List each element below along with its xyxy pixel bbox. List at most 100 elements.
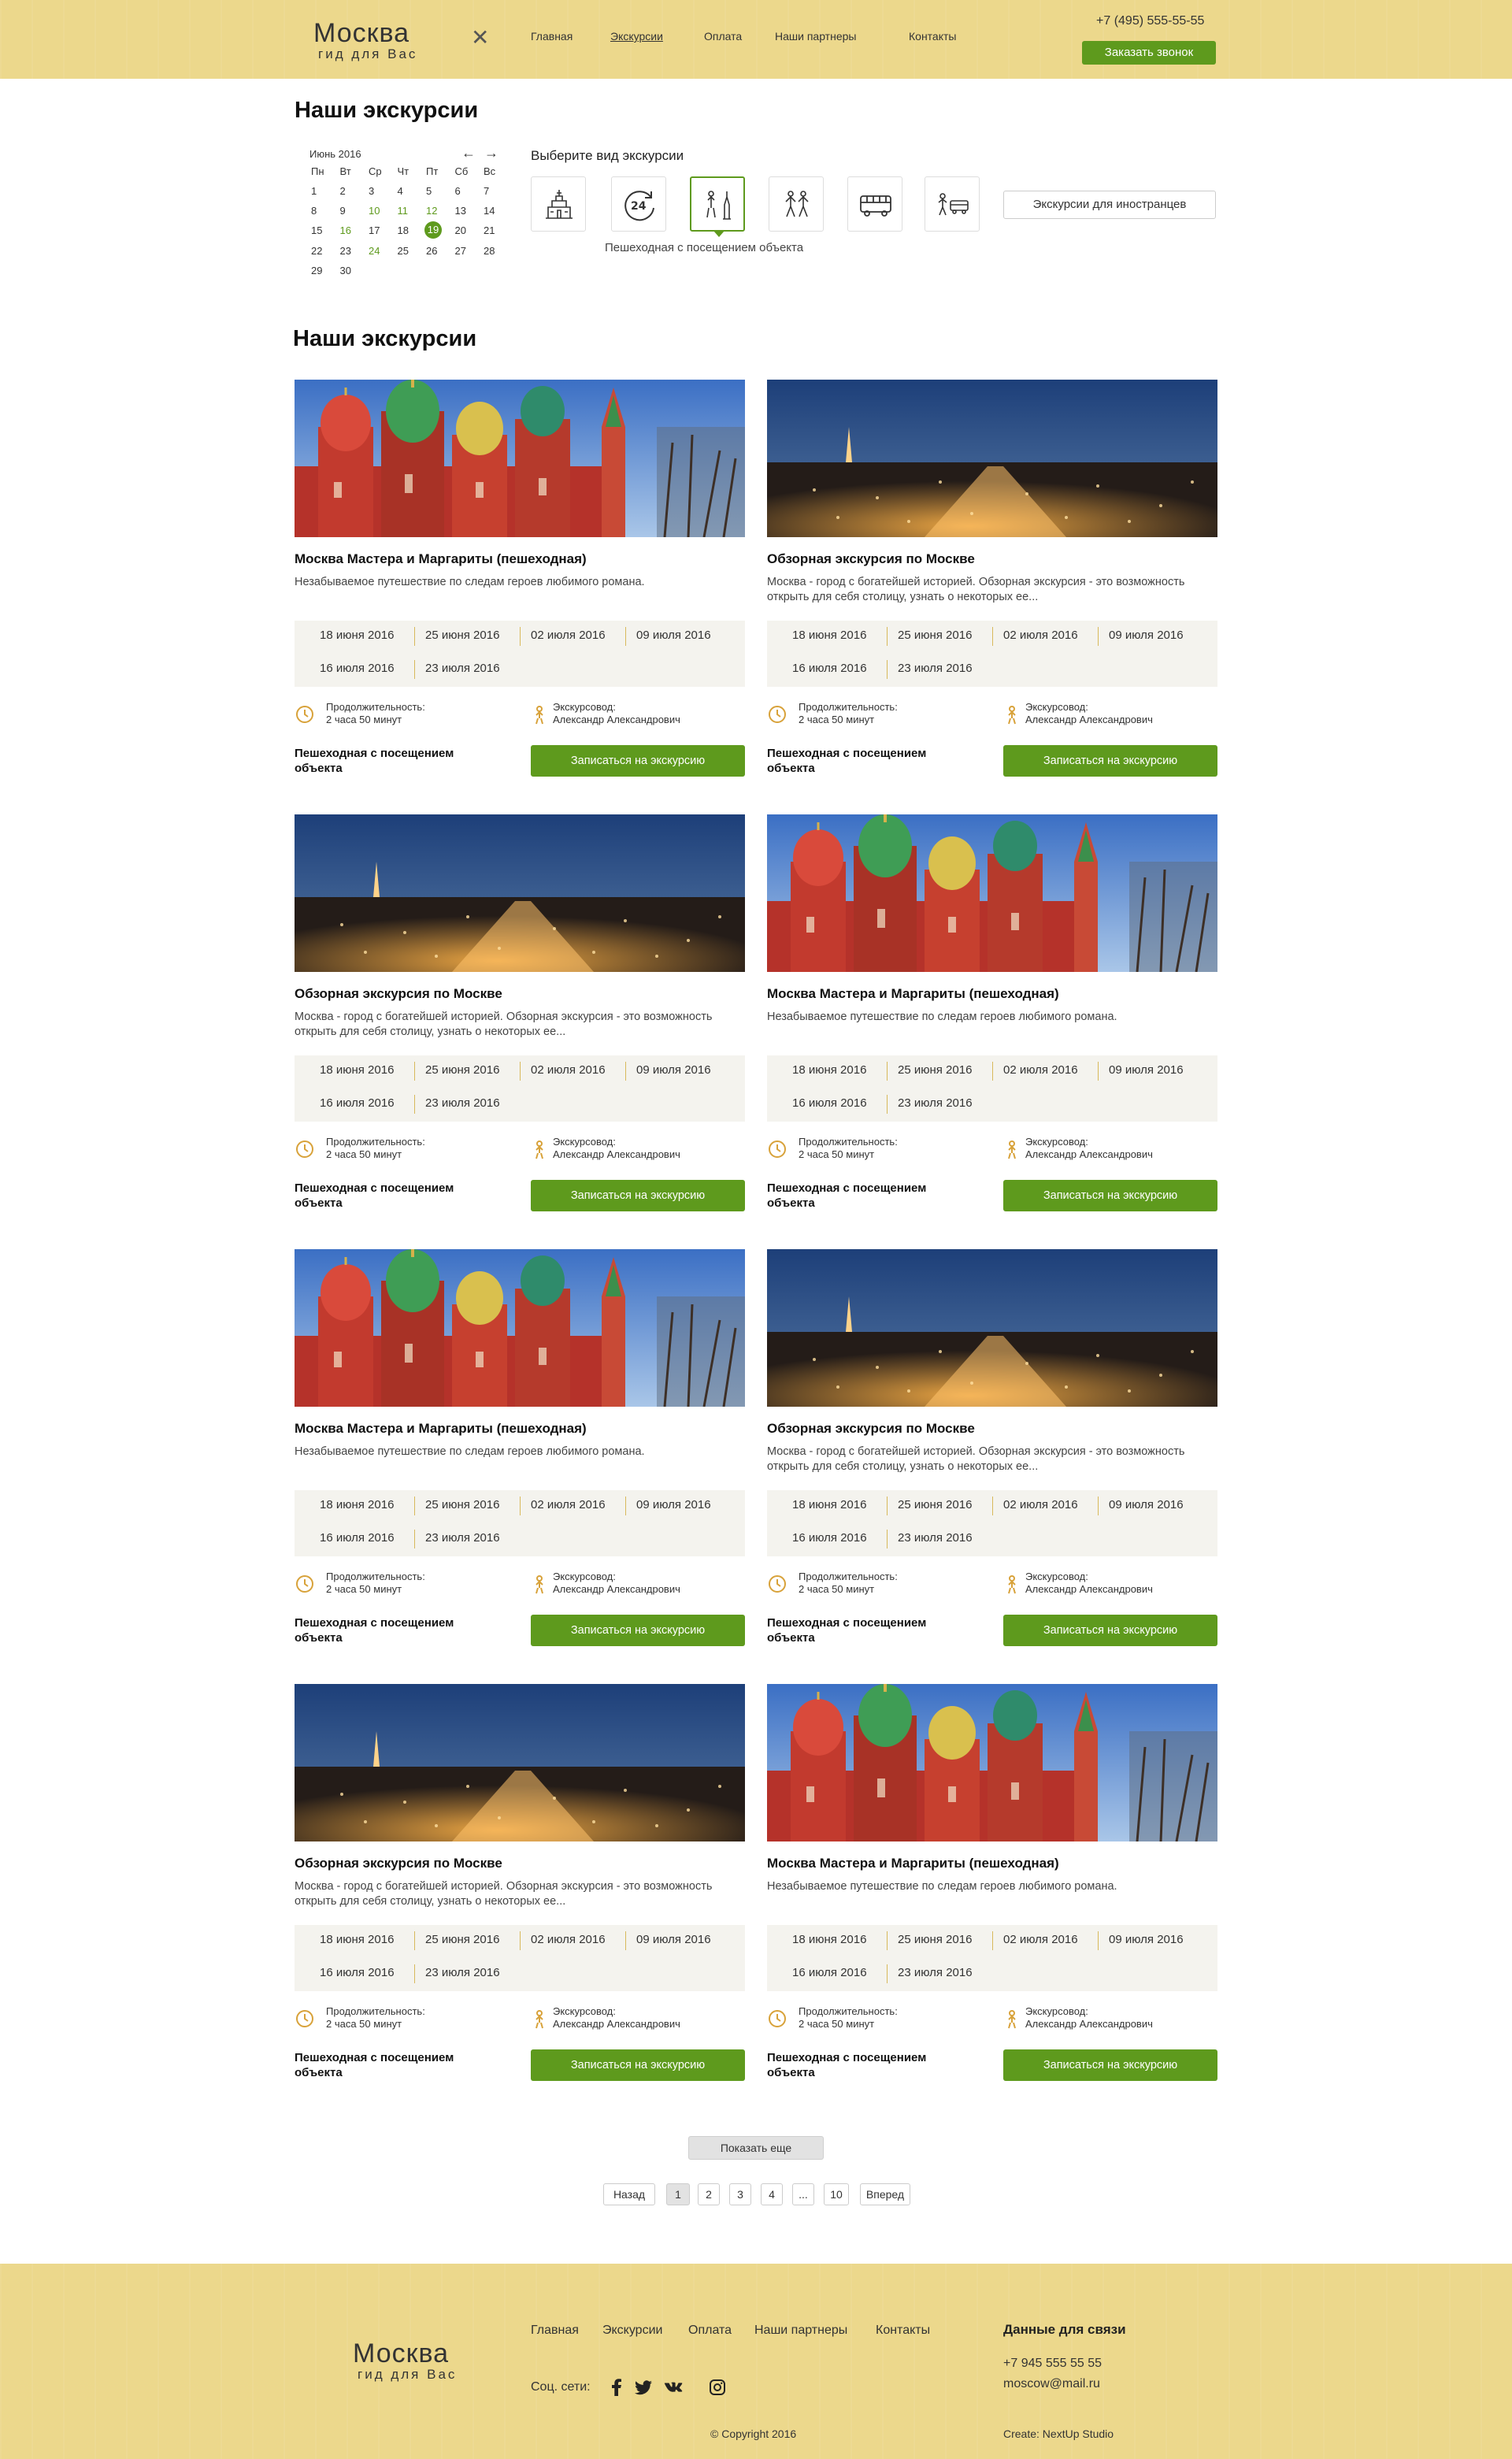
foreign-tours-button[interactable]: Экскурсии для иностранцев xyxy=(1003,191,1216,219)
tour-date[interactable]: 25 июня 2016 xyxy=(425,629,499,642)
pagination-page[interactable]: 1 xyxy=(666,2183,690,2205)
calendar-prev-icon[interactable]: ← xyxy=(461,145,476,161)
tour-title[interactable]: Москва Мастера и Маргариты (пешеходная) xyxy=(767,986,1059,1002)
pagination-page[interactable]: 10 xyxy=(824,2183,849,2205)
tour-date[interactable]: 23 июля 2016 xyxy=(425,662,500,675)
tour-title[interactable]: Обзорная экскурсия по Москве xyxy=(295,986,502,1002)
tour-title[interactable]: Обзорная экскурсия по Москве xyxy=(295,1856,502,1871)
calendar-day[interactable]: 27 xyxy=(454,243,483,258)
instagram-icon[interactable] xyxy=(707,2377,728,2398)
callback-button[interactable]: Заказать звонок xyxy=(1082,41,1216,65)
tour-date[interactable]: 23 июля 2016 xyxy=(425,1966,500,1979)
tour-image[interactable] xyxy=(767,380,1217,537)
tour-date[interactable]: 18 июня 2016 xyxy=(792,629,866,642)
tour-title[interactable]: Москва Мастера и Маргариты (пешеходная) xyxy=(295,551,587,567)
tour-date[interactable]: 18 июня 2016 xyxy=(320,1933,394,1946)
calendar-day[interactable]: 17 xyxy=(367,223,396,238)
tour-date[interactable]: 02 июля 2016 xyxy=(1003,629,1078,642)
calendar-day[interactable]: 25 xyxy=(396,243,425,258)
tour-date[interactable]: 16 июля 2016 xyxy=(792,662,867,675)
type-bus-icon[interactable] xyxy=(847,176,902,232)
footer-nav-partners[interactable]: Наши партнеры xyxy=(754,2324,847,2338)
calendar-day[interactable]: 20 xyxy=(454,223,483,238)
tour-date[interactable]: 18 июня 2016 xyxy=(792,1063,866,1077)
pagination-page[interactable]: 3 xyxy=(729,2183,751,2205)
tour-date[interactable]: 25 июня 2016 xyxy=(898,1933,972,1946)
footer-nav-payment[interactable]: Оплата xyxy=(688,2324,732,2338)
footer-phone[interactable]: +7 945 555 55 55 xyxy=(1003,2357,1102,2371)
enroll-button[interactable]: Записаться на экскурсию xyxy=(531,1180,745,1211)
tour-date[interactable]: 02 июля 2016 xyxy=(1003,1933,1078,1946)
twitter-icon[interactable] xyxy=(633,2377,654,2398)
footer-nav-home[interactable]: Главная xyxy=(531,2324,579,2338)
type-24h-icon[interactable]: 24 xyxy=(611,176,666,232)
tour-date[interactable]: 23 июля 2016 xyxy=(425,1096,500,1110)
calendar-day[interactable]: 6 xyxy=(454,184,483,198)
logo[interactable]: Москва гид для Вас xyxy=(313,19,417,61)
tour-date[interactable]: 09 июля 2016 xyxy=(1109,1063,1184,1077)
tour-date[interactable]: 23 июля 2016 xyxy=(425,1531,500,1545)
pagination-next[interactable]: Вперед xyxy=(860,2183,910,2205)
tour-date[interactable]: 09 июля 2016 xyxy=(1109,629,1184,642)
tour-date[interactable]: 02 июля 2016 xyxy=(531,1498,606,1511)
calendar-day[interactable]: 14 xyxy=(482,203,511,218)
tour-date[interactable]: 25 июня 2016 xyxy=(425,1933,499,1946)
calendar-day[interactable]: 21 xyxy=(482,223,511,238)
type-walk-bus-icon[interactable] xyxy=(925,176,980,232)
nav-payment[interactable]: Оплата xyxy=(704,30,742,43)
tour-date[interactable]: 23 июля 2016 xyxy=(898,1531,973,1545)
tour-date[interactable]: 23 июля 2016 xyxy=(898,662,973,675)
footer-nav-tours[interactable]: Экскурсии xyxy=(602,2324,662,2338)
vk-icon[interactable] xyxy=(663,2377,684,2398)
tour-date[interactable]: 09 июля 2016 xyxy=(1109,1933,1184,1946)
nav-home[interactable]: Главная xyxy=(531,30,573,43)
nav-partners[interactable]: Наши партнеры xyxy=(775,30,856,43)
calendar-day[interactable]: 1 xyxy=(309,184,339,198)
tour-date[interactable]: 25 июня 2016 xyxy=(898,1063,972,1077)
tour-image[interactable] xyxy=(767,1249,1217,1407)
tour-date[interactable]: 18 июня 2016 xyxy=(320,1063,394,1077)
calendar-day[interactable]: 24 xyxy=(367,243,396,258)
enroll-button[interactable]: Записаться на экскурсию xyxy=(531,2049,745,2081)
enroll-button[interactable]: Записаться на экскурсию xyxy=(531,1615,745,1646)
facebook-icon[interactable] xyxy=(606,2377,627,2398)
calendar-day[interactable]: 3 xyxy=(367,184,396,198)
calendar-day[interactable]: 8 xyxy=(309,203,339,218)
calendar-day[interactable]: 13 xyxy=(454,203,483,218)
pagination-prev[interactable]: Назад xyxy=(603,2183,655,2205)
calendar-day[interactable]: 23 xyxy=(339,243,368,258)
tour-date[interactable]: 02 июля 2016 xyxy=(1003,1063,1078,1077)
tour-title[interactable]: Москва Мастера и Маргариты (пешеходная) xyxy=(295,1421,587,1437)
calendar-day[interactable]: 12 xyxy=(424,203,454,218)
tour-date[interactable]: 25 июня 2016 xyxy=(898,1498,972,1511)
footer-email[interactable]: moscow@mail.ru xyxy=(1003,2377,1100,2391)
tour-date[interactable]: 16 июля 2016 xyxy=(792,1531,867,1545)
tour-date[interactable]: 16 июля 2016 xyxy=(320,1096,395,1110)
tour-date[interactable]: 16 июля 2016 xyxy=(320,1966,395,1979)
tour-date[interactable]: 16 июля 2016 xyxy=(792,1096,867,1110)
tour-date[interactable]: 25 июня 2016 xyxy=(898,629,972,642)
calendar-day[interactable]: 28 xyxy=(482,243,511,258)
tour-image[interactable] xyxy=(767,1684,1217,1841)
calendar-day[interactable]: 9 xyxy=(339,203,368,218)
type-walking-object-icon[interactable] xyxy=(690,176,745,237)
calendar-day[interactable]: 11 xyxy=(396,203,425,218)
show-more-button[interactable]: Показать еще xyxy=(688,2136,824,2160)
tour-date[interactable]: 18 июня 2016 xyxy=(792,1498,866,1511)
calendar-next-icon[interactable]: → xyxy=(484,145,498,161)
tour-date[interactable]: 02 июля 2016 xyxy=(1003,1498,1078,1511)
tour-date[interactable]: 23 июля 2016 xyxy=(898,1966,973,1979)
close-icon[interactable]: ✕ xyxy=(471,27,489,49)
calendar-day[interactable]: 22 xyxy=(309,243,339,258)
calendar-day[interactable]: 15 xyxy=(309,223,339,238)
tour-image[interactable] xyxy=(767,814,1217,972)
calendar-day[interactable]: 18 xyxy=(396,223,425,238)
tour-date[interactable]: 02 июля 2016 xyxy=(531,1933,606,1946)
tour-date[interactable]: 16 июля 2016 xyxy=(792,1966,867,1979)
enroll-button[interactable]: Записаться на экскурсию xyxy=(1003,745,1217,777)
tour-date[interactable]: 25 июня 2016 xyxy=(425,1498,499,1511)
type-kremlin-icon[interactable] xyxy=(531,176,586,232)
tour-date[interactable]: 09 июля 2016 xyxy=(636,629,711,642)
tour-date[interactable]: 16 июля 2016 xyxy=(320,662,395,675)
calendar-day[interactable]: 29 xyxy=(309,263,339,278)
